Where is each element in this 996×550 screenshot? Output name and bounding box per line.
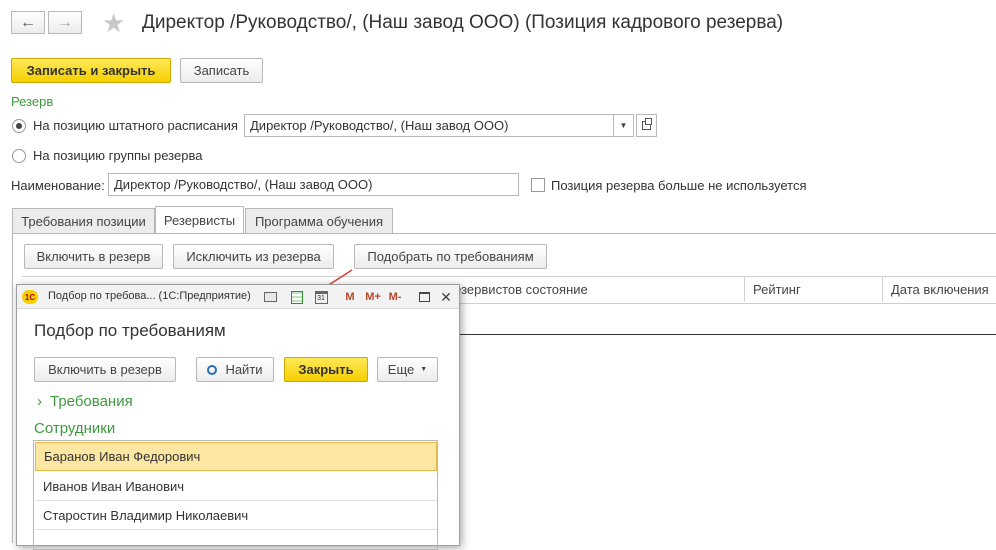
list-item[interactable]: Баранов Иван Федорович: [35, 442, 437, 471]
chevron-right-icon: ›: [37, 393, 42, 410]
employees-list: Баранов Иван Федорович Иванов Иван Ивано…: [33, 440, 438, 550]
position-dropdown-button[interactable]: ▼: [613, 114, 634, 137]
include-reserve-button[interactable]: Включить в резерв: [24, 244, 163, 269]
chevron-down-icon: ▼: [619, 121, 628, 130]
reserve-section-label: Резерв: [11, 94, 54, 109]
arrow-right-icon: →: [57, 13, 73, 31]
radio-group-label: На позицию группы резерва: [33, 148, 203, 163]
calendar-icon[interactable]: 31: [313, 289, 329, 305]
popup-more-button[interactable]: Еще ▼: [377, 357, 438, 382]
name-label: Наименование:: [11, 178, 105, 193]
open-window-icon: [642, 118, 652, 130]
forward-button[interactable]: →: [48, 11, 82, 34]
close-icon[interactable]: ✕: [439, 289, 453, 305]
window-titlebar: 1С Подбор по требова... (1С:Предприятие)…: [17, 285, 459, 309]
list-item[interactable]: Иванов Иван Иванович: [35, 472, 437, 501]
select-by-requirements-button[interactable]: Подобрать по требованиям: [354, 244, 547, 269]
popup-include-button[interactable]: Включить в резерв: [34, 357, 176, 382]
selection-window: 1С Подбор по требова... (1С:Предприятие)…: [16, 284, 460, 550]
list-item[interactable]: Старостин Владимир Николаевич: [35, 501, 437, 530]
memory-plus-button[interactable]: M+: [363, 289, 383, 305]
arrow-left-icon: ←: [20, 13, 36, 31]
not-used-checkbox[interactable]: [531, 178, 545, 192]
chevron-down-icon: ▼: [420, 366, 428, 373]
save-close-button[interactable]: Записать и закрыть: [11, 58, 171, 83]
page-title: Директор /Руководство/, (Наш завод ООО) …: [142, 12, 784, 33]
column-rating[interactable]: Рейтинг: [744, 276, 882, 302]
column-state[interactable]: ...х резервистов состояние: [418, 276, 744, 302]
popup-heading: Подбор по требованиям: [34, 321, 226, 340]
tab-training-program[interactable]: Программа обучения: [245, 208, 393, 233]
not-used-label: Позиция резерва больше не используется: [551, 178, 807, 193]
spreadsheet-icon[interactable]: [289, 289, 305, 305]
print-icon[interactable]: [262, 289, 278, 305]
memory-m-button[interactable]: M: [343, 289, 357, 305]
tab-reservists[interactable]: Резервисты: [155, 206, 244, 233]
popup-close-button[interactable]: Закрыть: [284, 357, 368, 382]
radio-position[interactable]: [12, 119, 26, 133]
employees-label: Сотрудники: [34, 420, 116, 437]
position-select[interactable]: Директор /Руководство/, (Наш завод ООО): [244, 114, 614, 137]
column-date[interactable]: Дата включения: [882, 276, 996, 302]
window-title: Подбор по требова... (1С:Предприятие): [48, 290, 251, 302]
app-logo-icon: 1С: [22, 290, 38, 304]
favorite-star-icon[interactable]: ★: [102, 8, 125, 38]
radio-group[interactable]: [12, 149, 26, 163]
popup-find-button[interactable]: Найти: [196, 357, 274, 382]
exclude-reserve-button[interactable]: Исключить из резерва: [173, 244, 334, 269]
requirements-group[interactable]: › Требования: [37, 393, 133, 410]
maximize-icon[interactable]: [417, 289, 431, 305]
position-open-button[interactable]: [636, 114, 657, 137]
name-value: Директор /Руководство/, (Наш завод ООО): [114, 177, 373, 192]
back-button[interactable]: ←: [11, 11, 45, 34]
position-value: Директор /Руководство/, (Наш завод ООО): [250, 118, 509, 133]
save-button[interactable]: Записать: [180, 58, 263, 83]
memory-minus-button[interactable]: M-: [386, 289, 404, 305]
radio-position-label: На позицию штатного расписания: [33, 118, 238, 133]
tab-requirements[interactable]: Требования позиции: [12, 208, 155, 233]
search-icon: [207, 364, 218, 375]
name-input[interactable]: Директор /Руководство/, (Наш завод ООО): [108, 173, 519, 196]
